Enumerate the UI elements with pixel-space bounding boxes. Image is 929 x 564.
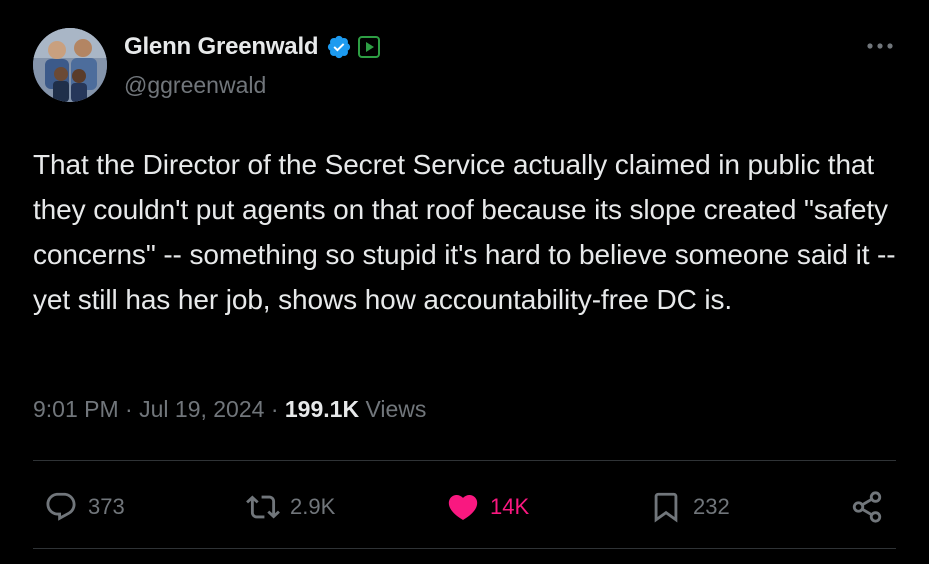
retweet-button[interactable]: 2.9K [246, 484, 335, 530]
share-icon [852, 491, 882, 523]
tweet-actions: 373 2.9K 14K 232 [0, 484, 929, 530]
share-button[interactable] [850, 484, 884, 530]
avatar[interactable] [33, 28, 107, 102]
bookmark-button[interactable]: 232 [649, 484, 730, 530]
tweet-meta: 9:01 PM · Jul 19, 2024 · 199.1K Views [33, 396, 426, 423]
author-name[interactable]: Glenn Greenwald [124, 33, 319, 61]
verified-badge-icon[interactable] [326, 34, 352, 60]
bookmark-icon [654, 492, 678, 523]
views-count: 199.1K [284, 396, 360, 422]
like-count: 14K [490, 494, 530, 519]
retweet-icon [246, 495, 280, 519]
author-handle[interactable]: @ggreenwald [124, 72, 266, 99]
tweet-time[interactable]: 9:01 PM [33, 396, 119, 422]
divider [33, 548, 896, 549]
affiliate-badge-icon[interactable] [358, 36, 381, 58]
heart-icon [448, 494, 478, 520]
tweet-text: That the Director of the Secret Service … [33, 149, 896, 315]
like-button[interactable]: 14K [446, 484, 529, 530]
meta-separator: · [125, 396, 133, 422]
bookmark-count: 232 [693, 494, 730, 519]
divider [33, 460, 896, 461]
meta-separator: · [270, 396, 279, 422]
reply-icon [46, 492, 76, 521]
reply-button[interactable]: 373 [44, 484, 125, 530]
tweet-date[interactable]: Jul 19, 2024 [139, 396, 264, 422]
views-label: Views [365, 396, 427, 422]
retweet-count: 2.9K [290, 494, 336, 519]
more-options-icon[interactable] [865, 36, 895, 56]
avatar-photo [33, 28, 107, 102]
author-name-row: Glenn Greenwald [124, 33, 381, 61]
reply-count: 373 [88, 494, 125, 519]
